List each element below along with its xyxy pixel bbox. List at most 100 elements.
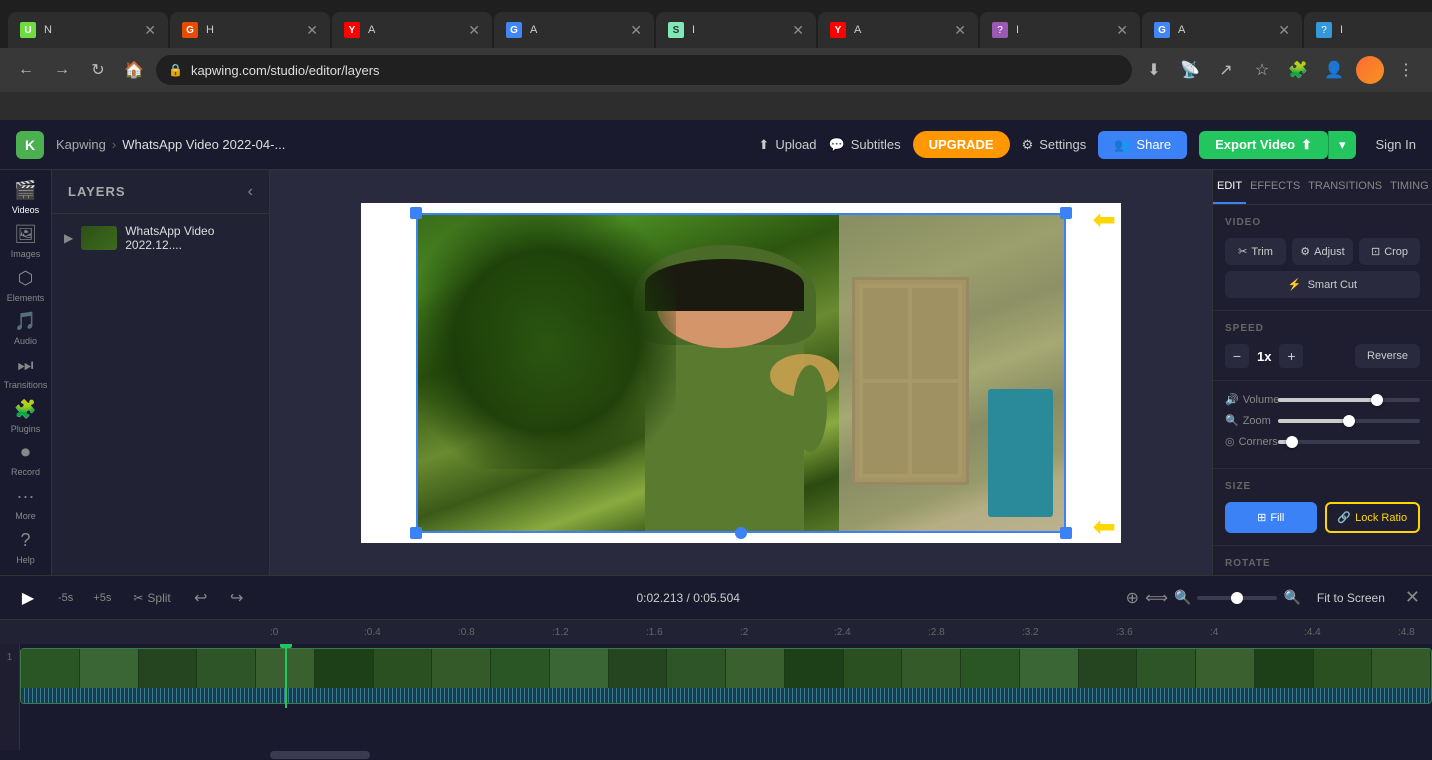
tab-timing[interactable]: TIMING [1386, 170, 1432, 204]
zoom-out-button[interactable]: 🔍 [1174, 589, 1191, 606]
reverse-button[interactable]: Reverse [1355, 344, 1420, 368]
sidebar-item-images[interactable]: 🖼 Images [4, 222, 48, 262]
brand-name[interactable]: Kapwing [56, 137, 106, 152]
share-button[interactable]: 👥 Share [1098, 131, 1187, 159]
cast-icon[interactable]: 📡 [1176, 56, 1204, 84]
extensions-icon[interactable]: 🧩 [1284, 56, 1312, 84]
speed-decrease-button[interactable]: − [1225, 344, 1249, 368]
volume-slider[interactable] [1278, 398, 1420, 402]
smart-cut-button[interactable]: ⚡ Smart Cut [1225, 271, 1420, 298]
tab-close-grammarly[interactable]: ✕ [306, 22, 318, 39]
tab-icon2[interactable]: ? I ✕ [1304, 12, 1432, 48]
handle-bottom-center[interactable] [735, 527, 747, 539]
sidebar-item-elements[interactable]: ⬡ Elements [4, 265, 48, 305]
handle-top-right[interactable] [1060, 207, 1072, 219]
playhead[interactable] [285, 644, 287, 708]
play-button[interactable]: ▶ [12, 582, 44, 614]
sidebar-item-plugins[interactable]: 🧩 Plugins [4, 396, 48, 436]
bookmark-icon[interactable]: ☆ [1248, 56, 1276, 84]
undo-button[interactable]: ↩ [187, 584, 215, 612]
handle-bottom-left[interactable] [410, 527, 422, 539]
help-icon: ? [20, 530, 30, 551]
download-icon[interactable]: ⬇ [1140, 56, 1168, 84]
zoom-slider-timeline[interactable] [1197, 596, 1277, 600]
menu-icon[interactable]: ⋮ [1392, 56, 1420, 84]
tab-google2[interactable]: G A ✕ [1142, 12, 1302, 48]
video-container[interactable]: ⬅ ⬅ [416, 213, 1066, 533]
subtitles-button[interactable]: 💬 Subtitles [829, 137, 901, 153]
tab-label-i2: I [1340, 24, 1343, 36]
crop-button[interactable]: ⊡ Crop [1359, 238, 1420, 265]
trim-button[interactable]: ✂ Trim [1225, 238, 1286, 265]
tab-close-upwork[interactable]: ✕ [144, 22, 156, 39]
horizontal-scrollbar[interactable] [0, 750, 1432, 760]
zoom-thumb[interactable] [1343, 415, 1355, 427]
profile-avatar[interactable] [1356, 56, 1384, 84]
handle-bottom-right[interactable] [1060, 527, 1072, 539]
scrollbar-thumb[interactable] [270, 751, 370, 759]
sidebar-item-help[interactable]: ? Help [4, 527, 48, 567]
split-button[interactable]: ✂ Split [125, 587, 178, 609]
sidebar-item-videos[interactable]: 🎬 Videos [4, 178, 48, 218]
tab-upwork[interactable]: U N ✕ [8, 12, 168, 48]
fit-screen-button[interactable]: Fit to Screen [1309, 587, 1393, 609]
layers-collapse-button[interactable]: ‹ [248, 183, 253, 201]
export-video-button[interactable]: Export Video ⬆ [1199, 131, 1328, 159]
upload-button[interactable]: ⬆ Upload [758, 137, 816, 153]
share-nav-icon[interactable]: ↗ [1212, 56, 1240, 84]
sidebar-item-transitions[interactable]: ⏭ Transitions [4, 353, 48, 393]
tab-close-yt1[interactable]: ✕ [468, 22, 480, 39]
signin-button[interactable]: Sign In [1376, 137, 1416, 152]
home-button[interactable]: 🏠 [120, 56, 148, 84]
zoom-in-button[interactable]: 🔍 [1283, 589, 1300, 606]
tab-close-g1[interactable]: ✕ [630, 22, 642, 39]
upgrade-button[interactable]: UPGRADE [913, 131, 1010, 158]
tab-close-g2[interactable]: ✕ [1278, 22, 1290, 39]
adjust-button[interactable]: ⚙ Adjust [1292, 238, 1353, 265]
corners-thumb[interactable] [1286, 436, 1298, 448]
timeline-close-button[interactable]: ✕ [1405, 587, 1420, 608]
settings-button[interactable]: ⚙ Settings [1022, 137, 1087, 153]
fill-button[interactable]: ⊞ Fill [1225, 502, 1317, 533]
redo-button[interactable]: ↪ [223, 584, 251, 612]
volume-thumb[interactable] [1371, 394, 1383, 406]
tab-youtube1[interactable]: Y A ✕ [332, 12, 492, 48]
tab-close-sl[interactable]: ✕ [792, 22, 804, 39]
zoom-track-controls: ⊕ ⟺ 🔍 🔍 [1126, 588, 1301, 608]
sidebar-item-audio[interactable]: 🎵 Audio [4, 309, 48, 349]
track-area[interactable] [20, 644, 1432, 750]
track-clip-1[interactable] [20, 648, 1432, 704]
tab-close-i1[interactable]: ✕ [1116, 22, 1128, 39]
forward-button[interactable]: → [48, 56, 76, 84]
refresh-button[interactable]: ↻ [84, 56, 112, 84]
zoom-slider[interactable] [1278, 419, 1420, 423]
back-button[interactable]: ← [12, 56, 40, 84]
sidebar-item-more[interactable]: ··· More [4, 484, 48, 524]
zoom-thumb-timeline[interactable] [1231, 592, 1243, 604]
handle-top-left[interactable] [410, 207, 422, 219]
corners-slider[interactable] [1278, 440, 1420, 444]
sidebar-item-record[interactable]: ⏺ Record [4, 440, 48, 480]
tab-close-yt2[interactable]: ✕ [954, 22, 966, 39]
skip-forward-button[interactable]: +5s [87, 588, 117, 608]
fit-left-icon[interactable]: ⊕ [1126, 588, 1139, 608]
tab-grammarly[interactable]: G H ✕ [170, 12, 330, 48]
lock-ratio-button[interactable]: 🔗 Lock Ratio [1325, 502, 1421, 533]
tab-youtube2[interactable]: Y A ✕ [818, 12, 978, 48]
profile-icon[interactable]: 👤 [1320, 56, 1348, 84]
tab-google1[interactable]: G A ✕ [494, 12, 654, 48]
address-bar[interactable]: 🔒 kapwing.com/studio/editor/layers [156, 55, 1132, 85]
export-dropdown-button[interactable]: ▾ [1328, 131, 1356, 159]
expand-icon[interactable]: ⟺ [1145, 588, 1168, 608]
skip-back-button[interactable]: -5s [52, 588, 79, 608]
film-frame [1314, 649, 1373, 688]
layer-item[interactable]: ▶ WhatsApp Video 2022.12.... [52, 214, 269, 262]
tab-streamlabs[interactable]: S I ✕ [656, 12, 816, 48]
speed-increase-button[interactable]: + [1279, 344, 1303, 368]
tab-effects[interactable]: EFFECTS [1246, 170, 1304, 204]
tab-edit[interactable]: EDIT [1213, 170, 1246, 204]
tab-label-sl: I [692, 24, 695, 36]
tab-transitions[interactable]: TRANSITIONS [1304, 170, 1386, 204]
tab-icon1[interactable]: ? I ✕ [980, 12, 1140, 48]
canvas-area[interactable]: ⬅ ⬅ [270, 170, 1212, 575]
